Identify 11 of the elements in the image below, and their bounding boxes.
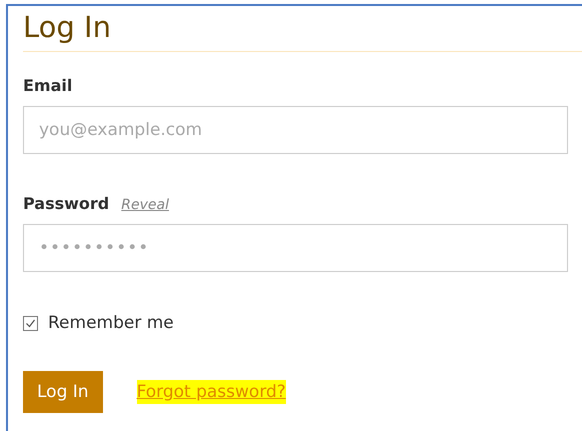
checkbox[interactable] bbox=[23, 316, 38, 330]
reveal-link[interactable]: Reveal bbox=[121, 197, 169, 213]
password-field[interactable]: •••••••••• bbox=[23, 224, 568, 272]
login-button[interactable]: Log In bbox=[23, 371, 103, 413]
page-title: Log In bbox=[23, 9, 111, 46]
field-label: Email bbox=[23, 76, 72, 95]
field-label: Password bbox=[23, 194, 110, 213]
email-field[interactable]: you@example.com bbox=[23, 106, 568, 154]
check-icon bbox=[25, 318, 36, 328]
checkbox-label: Remember me bbox=[48, 313, 174, 333]
forgot-password-link[interactable]: Forgot password? bbox=[136, 380, 286, 404]
